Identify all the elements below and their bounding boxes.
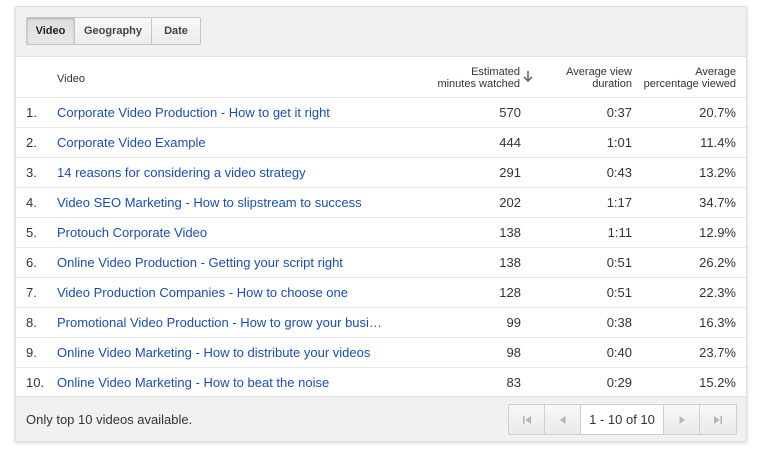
table-row: 5. Protouch Corporate Video 138 1:11 12.… (16, 218, 746, 248)
percentage-viewed-value: 11.4% (700, 135, 736, 150)
table-row: 7. Video Production Companies - How to c… (16, 278, 746, 308)
row-number: 10. (26, 375, 45, 390)
table-footer: Only top 10 videos available. 1 - 10 of … (16, 396, 746, 441)
column-header-minutes-watched[interactable]: Estimated minutes watched (437, 66, 520, 90)
last-page-icon (714, 415, 722, 424)
percentage-viewed-value: 22.3% (699, 285, 736, 300)
footer-note: Only top 10 videos available. (26, 412, 193, 427)
table-row: 6. Online Video Production - Getting you… (16, 248, 746, 278)
row-number: 4. (26, 195, 37, 210)
view-duration-value: 0:29 (606, 375, 632, 390)
table-row: 8. Promotional Video Production - How to… (16, 308, 746, 338)
video-title-link[interactable]: 14 reasons for considering a video strat… (57, 158, 387, 187)
analytics-table-card: Video Geography Date Video Estimated min… (15, 6, 747, 442)
row-number: 2. (26, 135, 37, 150)
column-header-percentage-line2: percentage viewed (643, 78, 736, 90)
pagination: 1 - 10 of 10 (508, 404, 737, 435)
video-title-link[interactable]: Online Video Production - Getting your s… (57, 248, 387, 277)
percentage-viewed-value: 15.2% (699, 375, 736, 390)
view-duration-value: 0:51 (606, 285, 632, 300)
table-row: 2. Corporate Video Example 444 1:01 11.4… (16, 128, 746, 158)
page-range-label: 1 - 10 of 10 (581, 405, 664, 434)
dimension-toolbar: Video Geography Date (16, 7, 746, 57)
percentage-viewed-value: 13.2% (699, 165, 736, 180)
previous-page-button[interactable] (545, 405, 581, 434)
minutes-watched-value: 202 (499, 195, 521, 210)
column-header-duration-line2: duration (592, 78, 632, 90)
previous-page-icon (559, 415, 565, 424)
row-number: 1. (26, 105, 37, 120)
percentage-viewed-value: 34.7% (699, 195, 736, 210)
minutes-watched-value: 98 (506, 345, 521, 360)
next-page-button[interactable] (664, 405, 700, 434)
percentage-viewed-value: 16.3% (699, 315, 736, 330)
row-number: 7. (26, 285, 37, 300)
view-duration-value: 0:40 (606, 345, 632, 360)
video-title-link[interactable]: Corporate Video Example (57, 128, 387, 157)
view-duration-value: 1:01 (606, 135, 632, 150)
video-title-link[interactable]: Corporate Video Production - How to get … (57, 98, 387, 127)
row-number: 9. (26, 345, 37, 360)
view-duration-value: 1:17 (606, 195, 632, 210)
tab-date[interactable]: Date (152, 18, 200, 44)
video-title-link[interactable]: Video SEO Marketing - How to slipstream … (57, 188, 387, 217)
column-header-minutes-line1: Estimated (471, 66, 520, 78)
table-row: 4. Video SEO Marketing - How to slipstre… (16, 188, 746, 218)
view-duration-value: 1:11 (607, 225, 632, 240)
percentage-viewed-value: 23.7% (699, 345, 736, 360)
column-header-minutes-line2: minutes watched (437, 78, 520, 90)
next-page-icon (679, 415, 685, 424)
tab-video[interactable]: Video (27, 18, 75, 44)
first-page-button[interactable] (509, 405, 545, 434)
percentage-viewed-value: 26.2% (699, 255, 736, 270)
column-header-view-duration[interactable]: Average view duration (566, 66, 632, 90)
table-body: 1. Corporate Video Production - How to g… (16, 98, 746, 397)
table-row: 10. Online Video Marketing - How to beat… (16, 368, 746, 397)
arrow-down-icon[interactable] (523, 70, 533, 82)
first-page-icon (522, 415, 531, 424)
minutes-watched-value: 291 (499, 165, 521, 180)
minutes-watched-value: 99 (506, 315, 521, 330)
video-title-link[interactable]: Video Production Companies - How to choo… (57, 278, 387, 307)
table-header: Video Estimated minutes watched Average … (16, 57, 746, 98)
percentage-viewed-value: 20.7% (699, 105, 736, 120)
table-row: 1. Corporate Video Production - How to g… (16, 98, 746, 128)
column-header-percentage-line1: Average (695, 66, 736, 78)
table-row: 9. Online Video Marketing - How to distr… (16, 338, 746, 368)
table-row: 3. 14 reasons for considering a video st… (16, 158, 746, 188)
video-title-link[interactable]: Protouch Corporate Video (57, 218, 387, 247)
view-duration-value: 0:37 (606, 105, 632, 120)
column-header-percentage-viewed[interactable]: Average percentage viewed (644, 66, 736, 90)
percentage-viewed-value: 12.9% (699, 225, 736, 240)
column-header-video[interactable]: Video (57, 73, 85, 85)
view-duration-value: 0:38 (606, 315, 632, 330)
row-number: 3. (26, 165, 37, 180)
view-duration-value: 0:43 (606, 165, 632, 180)
row-number: 5. (26, 225, 37, 240)
video-title-link[interactable]: Promotional Video Production - How to gr… (57, 308, 387, 337)
minutes-watched-value: 138 (499, 255, 521, 270)
minutes-watched-value: 444 (499, 135, 521, 150)
row-number: 6. (26, 255, 37, 270)
view-duration-value: 0:51 (606, 255, 632, 270)
last-page-button[interactable] (700, 405, 736, 434)
video-title-link[interactable]: Online Video Marketing - How to distribu… (57, 338, 387, 367)
dimension-tabs: Video Geography Date (26, 17, 201, 45)
minutes-watched-value: 128 (499, 285, 521, 300)
minutes-watched-value: 83 (506, 375, 521, 390)
row-number: 8. (26, 315, 37, 330)
tab-geography[interactable]: Geography (75, 18, 152, 44)
minutes-watched-value: 570 (499, 105, 521, 120)
column-header-duration-line1: Average view (566, 66, 632, 78)
video-title-link[interactable]: Online Video Marketing - How to beat the… (57, 368, 387, 397)
minutes-watched-value: 138 (499, 225, 521, 240)
